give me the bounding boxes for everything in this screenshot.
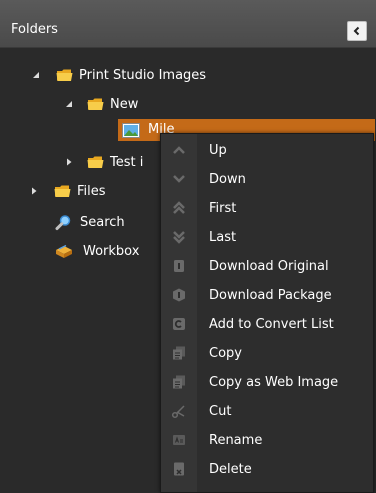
- folder-icon: [87, 156, 104, 168]
- image-icon: [122, 123, 140, 138]
- menu-item-cut[interactable]: Cut: [161, 397, 373, 426]
- menu-item-label: Last: [209, 230, 237, 245]
- download-package-icon: [173, 288, 185, 302]
- tree-item-label: New: [110, 96, 139, 112]
- tree-item-new[interactable]: New: [64, 92, 138, 116]
- tree-item-test[interactable]: Test i: [64, 150, 143, 174]
- folder-icon: [54, 185, 71, 197]
- chevron-up-icon: [173, 146, 185, 154]
- tree-item-print-studio-images[interactable]: Print Studio Images: [31, 63, 206, 87]
- menu-item-label: Delete: [209, 462, 252, 477]
- menu-item-label: Download Package: [209, 288, 332, 303]
- menu-item-label: Download Original: [209, 259, 329, 274]
- download-original-icon: [174, 260, 184, 272]
- menu-item-label: Rename: [209, 433, 263, 448]
- folder-icon: [56, 69, 73, 81]
- menu-item-label: First: [209, 201, 237, 216]
- menu-item-copy-as-web-image[interactable]: Copy as Web Image: [161, 368, 373, 397]
- menu-item-download-original[interactable]: Download Original: [161, 252, 373, 281]
- search-icon: [55, 214, 71, 230]
- double-chevron-down-icon: [173, 231, 185, 244]
- menu-item-label: Down: [209, 172, 246, 187]
- delete-icon: [174, 462, 184, 476]
- double-chevron-up-icon: [173, 201, 185, 214]
- tree-item-search[interactable]: Search: [55, 210, 125, 234]
- collapsed-arrow-icon[interactable]: [64, 157, 74, 167]
- scissors-icon: [171, 405, 185, 419]
- menu-item-label: Up: [209, 143, 227, 158]
- menu-item-rename[interactable]: Rename: [161, 426, 373, 455]
- tree-item-label: Search: [80, 214, 125, 230]
- menu-item-label: Copy as Web Image: [209, 375, 339, 390]
- collapsed-arrow-icon[interactable]: [29, 186, 39, 196]
- collapse-panel-button[interactable]: [347, 21, 367, 41]
- tree-item-files[interactable]: Files: [29, 179, 106, 203]
- tree-item-workbox[interactable]: Workbox: [55, 239, 139, 263]
- rename-icon: [173, 435, 185, 445]
- menu-item-up[interactable]: Up: [161, 136, 373, 165]
- menu-item-label: Copy: [209, 346, 242, 361]
- menu-item-first[interactable]: First: [161, 194, 373, 223]
- expanded-arrow-icon[interactable]: [31, 70, 41, 80]
- folders-header: Folders: [0, 0, 376, 48]
- tree-item-label: Test i: [110, 154, 144, 170]
- chevron-left-icon: [353, 26, 360, 36]
- chevron-down-icon: [173, 175, 185, 183]
- menu-item-last[interactable]: Last: [161, 223, 373, 252]
- menu-item-down[interactable]: Down: [161, 165, 373, 194]
- menu-item-label: Cut: [209, 404, 232, 419]
- convert-icon: [173, 318, 185, 330]
- tree-item-label: Workbox: [83, 243, 140, 259]
- panel-title: Folders: [11, 22, 58, 37]
- workbox-icon: [56, 244, 72, 258]
- context-menu: Up Down First Last Download Original Dow…: [160, 133, 374, 493]
- copy-icon: [173, 346, 185, 360]
- menu-item-add-to-convert-list[interactable]: Add to Convert List: [161, 310, 373, 339]
- folder-icon: [87, 98, 104, 110]
- copy-web-icon: [173, 375, 185, 389]
- tree-item-label: Files: [77, 183, 106, 199]
- tree-item-label: Print Studio Images: [79, 67, 207, 83]
- expanded-arrow-icon[interactable]: [64, 99, 74, 109]
- menu-item-label: Add to Convert List: [209, 317, 334, 332]
- menu-item-download-package[interactable]: Download Package: [161, 281, 373, 310]
- menu-item-copy[interactable]: Copy: [161, 339, 373, 368]
